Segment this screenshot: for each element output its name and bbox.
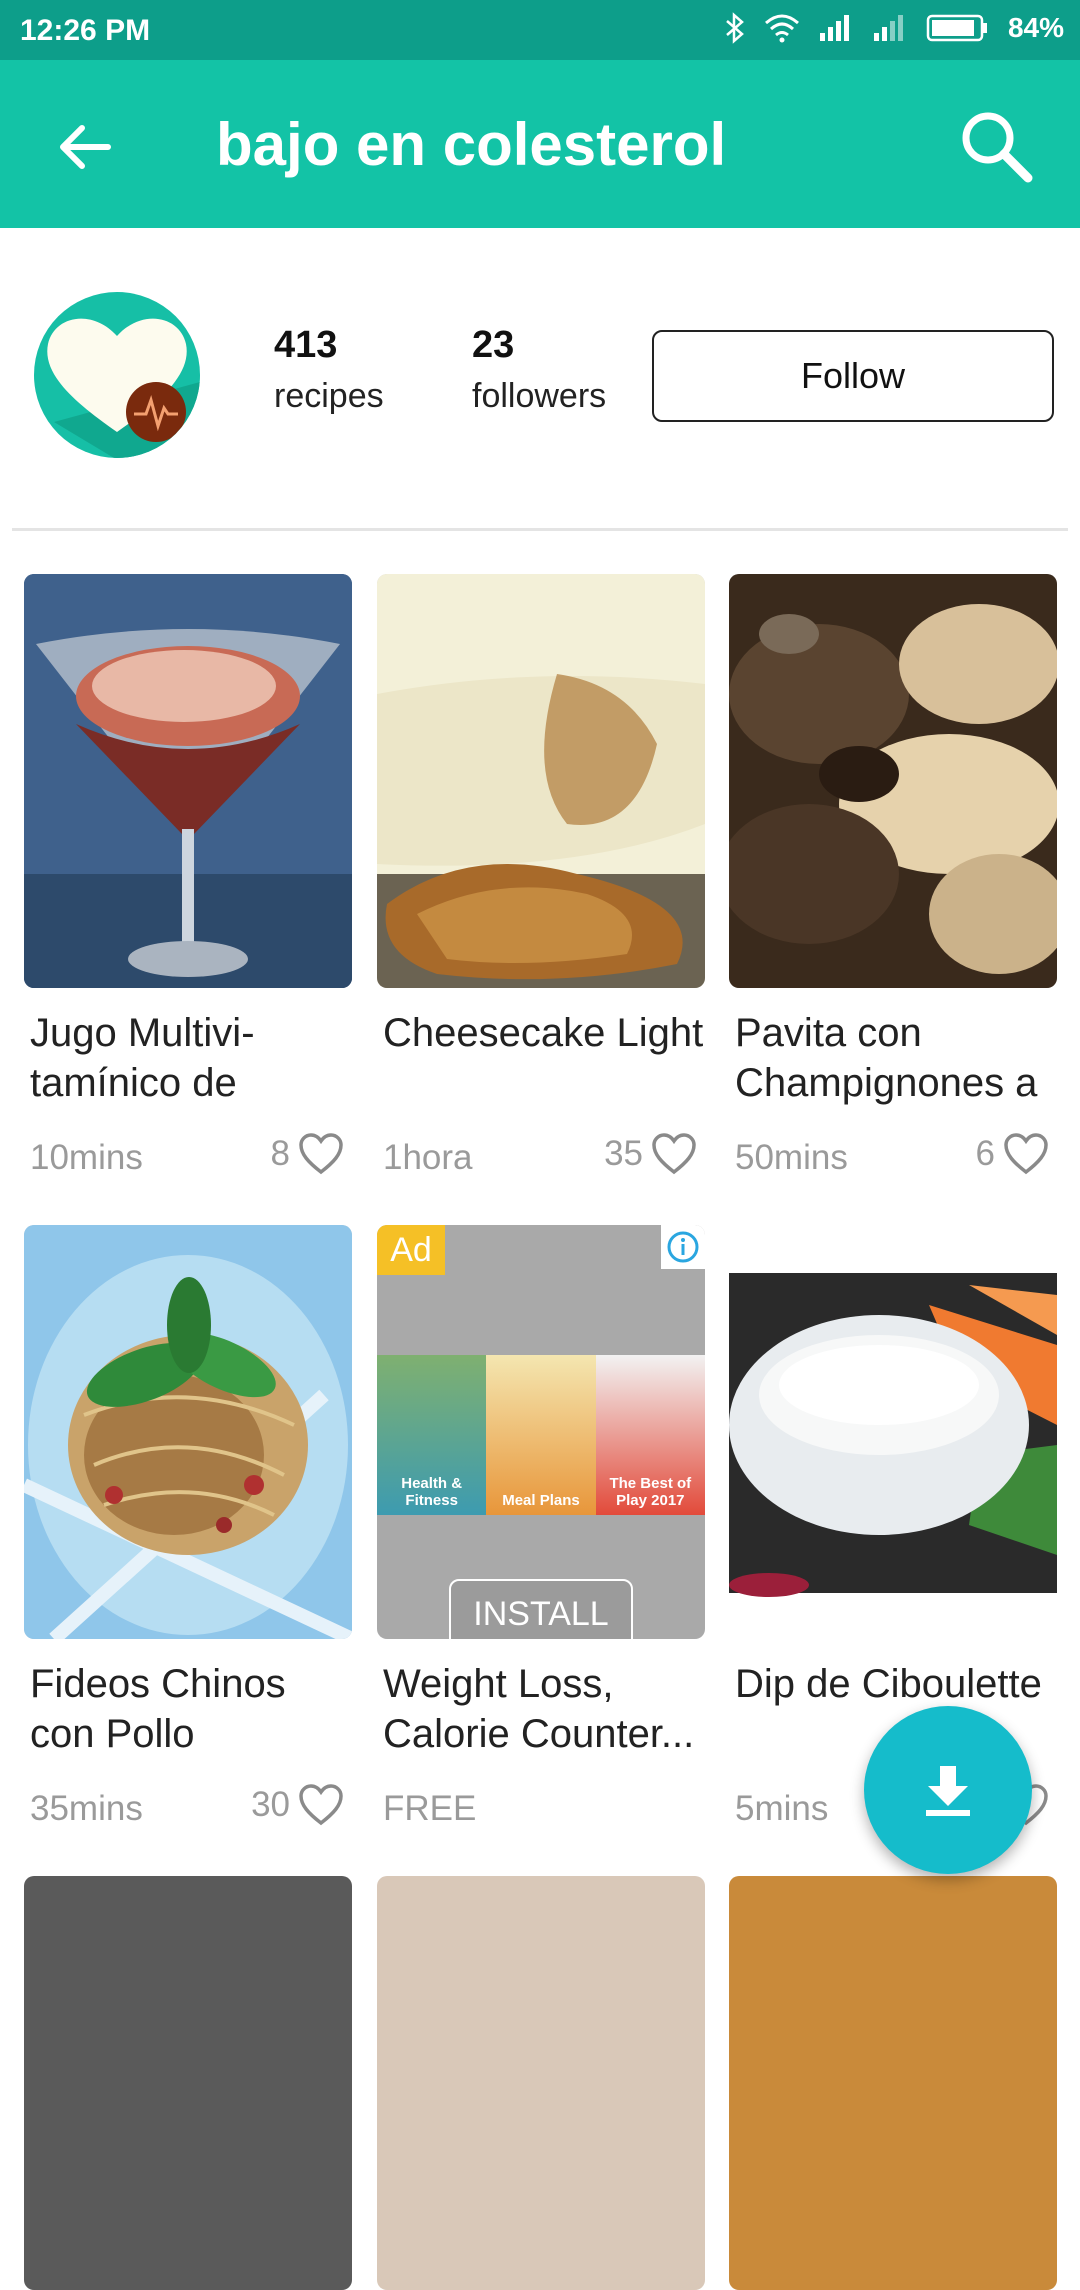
followers-label: followers (472, 377, 607, 415)
recipe-image[interactable] (729, 1225, 1057, 1639)
ad-panel: Meal Plans (486, 1355, 596, 1515)
ad-price: FREE (383, 1789, 477, 1828)
divider (12, 528, 1068, 531)
battery-icon (926, 14, 987, 42)
recipe-likes[interactable]: 30 (251, 1783, 344, 1827)
recipe-likes[interactable]: 8 (271, 1132, 344, 1176)
app-bar: bajo en colesterol (0, 60, 1080, 228)
recipes-label: recipes (274, 377, 384, 415)
ad-meta: FREE (377, 1783, 705, 1835)
recipe-image[interactable] (729, 1876, 1057, 2290)
recipes-stat: 413 recipes (274, 324, 384, 416)
wifi-icon (764, 14, 799, 43)
avatar (34, 292, 200, 458)
recipe-time: 35mins (30, 1789, 143, 1828)
recipe-image[interactable] (24, 1225, 352, 1639)
recipe-image[interactable] (377, 1876, 705, 2290)
heart-logo-icon (47, 318, 200, 458)
likes-count: 8 (270, 1134, 290, 1173)
battery-percent: 84% (1007, 12, 1064, 43)
recipe-likes[interactable]: 6 (976, 1132, 1049, 1176)
heart-icon[interactable] (298, 1783, 344, 1827)
recipe-image[interactable] (377, 574, 705, 988)
status-icons: 84% (724, 12, 1064, 44)
recipe-card[interactable]: Cheesecake Light 1hora 35 (377, 574, 705, 1184)
download-button[interactable] (864, 1706, 1032, 1874)
recipe-card[interactable] (24, 1876, 352, 2290)
recipe-meta: 50mins 6 (729, 1132, 1057, 1184)
ad-title[interactable]: Weight Loss, Calorie Counter... (377, 1659, 705, 1759)
recipe-meta: 10mins 8 (24, 1132, 352, 1184)
ad-panel-label: The Best of Play 2017 (609, 1475, 692, 1509)
install-button[interactable]: INSTALL (449, 1579, 633, 1639)
ad-panel: Health & Fitness (377, 1355, 487, 1515)
recipe-meta: 1hora 35 (377, 1132, 705, 1184)
recipe-time: 50mins (735, 1138, 848, 1177)
profile-header: 413 recipes 23 followers Follow (0, 228, 1080, 528)
ad-panels: Health & Fitness Meal Plans The Best of … (377, 1355, 705, 1515)
status-time: 12:26 PM (20, 14, 151, 47)
ad-panel: The Best of Play 2017 (595, 1355, 705, 1515)
search-icon[interactable] (954, 104, 1038, 188)
recipe-card[interactable]: Fideos Chinos con Pollo 35mins 30 (24, 1225, 352, 1835)
page-title: bajo en colesterol (216, 111, 727, 178)
download-icon (926, 1766, 970, 1816)
recipe-time: 10mins (30, 1138, 143, 1177)
ad-badge: Ad (377, 1225, 445, 1275)
heart-icon[interactable] (651, 1132, 697, 1176)
recipe-image[interactable] (729, 574, 1057, 988)
recipe-name[interactable]: Pavita con Champignones a (729, 1008, 1057, 1108)
likes-count: 35 (604, 1134, 643, 1173)
recipe-time: 5mins (735, 1789, 829, 1828)
recipe-card[interactable]: Pavita con Champignones a 50mins 6 (729, 574, 1057, 1184)
follow-button[interactable]: Follow (652, 330, 1054, 422)
ad-panel-label: Health & Fitness (401, 1475, 463, 1509)
likes-count: 30 (251, 1785, 290, 1824)
heart-icon[interactable] (298, 1132, 344, 1176)
ad-panel-label: Meal Plans (502, 1492, 580, 1509)
status-bar: 12:26 PM 84% (0, 0, 1080, 60)
heart-icon[interactable] (1003, 1132, 1049, 1176)
recipe-image[interactable] (24, 574, 352, 988)
recipe-likes[interactable]: 35 (604, 1132, 697, 1176)
followers-count: 23 (472, 324, 515, 366)
recipe-name[interactable]: Jugo Multivi- tamínico de (24, 1008, 352, 1108)
recipe-time: 1hora (383, 1138, 473, 1177)
recipe-card[interactable] (377, 1876, 705, 2290)
recipe-meta: 35mins 30 (24, 1783, 352, 1835)
ad-card[interactable]: Ad Health & Fitness Meal Plans The Best … (377, 1225, 705, 1835)
followers-stat: 23 followers (472, 324, 606, 416)
recipe-card[interactable]: Jugo Multivi- tamínico de 10mins 8 (24, 574, 352, 1184)
recipe-name[interactable]: Cheesecake Light (377, 1008, 705, 1108)
ad-image[interactable]: Ad Health & Fitness Meal Plans The Best … (377, 1225, 705, 1639)
recipes-count: 413 (274, 324, 338, 366)
likes-count: 6 (975, 1134, 995, 1173)
recipe-name[interactable]: Fideos Chinos con Pollo (24, 1659, 352, 1759)
bluetooth-icon (726, 12, 744, 44)
arrow-back-icon[interactable] (52, 114, 118, 180)
recipe-card[interactable] (729, 1876, 1057, 2290)
info-icon[interactable] (661, 1225, 705, 1269)
recipe-image[interactable] (24, 1876, 352, 2290)
signal-icon (819, 15, 849, 41)
signal-icon-2 (873, 15, 903, 41)
